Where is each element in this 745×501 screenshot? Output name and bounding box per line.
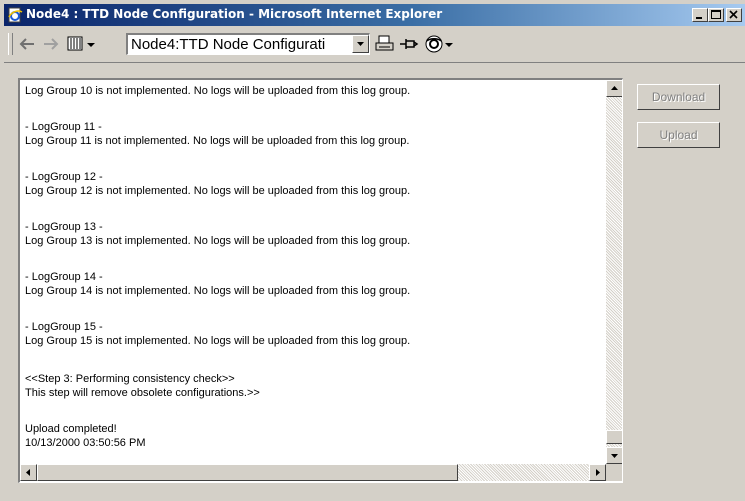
log-line: Log Group 13 is not implemented. No logs… [25, 235, 411, 247]
toolbar-grip[interactable] [8, 33, 13, 55]
vertical-scroll-thumb[interactable] [606, 430, 622, 444]
address-dropdown-button[interactable] [352, 35, 369, 53]
horizontal-scrollbar[interactable] [20, 464, 606, 481]
horizontal-scroll-thumb[interactable] [37, 464, 458, 481]
log-line: Upload completed! [25, 423, 117, 435]
log-line: - LogGroup 14 - [25, 271, 103, 283]
download-button[interactable]: Download [637, 84, 720, 110]
vertical-scrollbar[interactable] [606, 80, 622, 464]
back-arrow-icon[interactable] [17, 34, 37, 54]
pin-icon[interactable] [399, 34, 419, 54]
forward-arrow-icon[interactable] [41, 34, 61, 54]
scroll-down-button[interactable] [606, 447, 622, 464]
eye-icon[interactable] [424, 34, 456, 54]
log-line: Log Group 10 is not implemented. No logs… [25, 85, 411, 97]
scroll-up-button[interactable] [606, 80, 622, 97]
maximize-button[interactable] [708, 8, 724, 22]
log-line: - LogGroup 15 - [25, 321, 103, 333]
log-line: Log Group 11 is not implemented. No logs… [25, 135, 410, 147]
log-output-pane[interactable]: Log Group 10 is not implemented. No logs… [18, 78, 623, 483]
arrow-right-icon [596, 469, 600, 476]
address-combobox[interactable]: Node4:TTD Node Configurati [126, 33, 370, 55]
scroll-right-button[interactable] [589, 464, 606, 481]
chevron-down-icon [357, 42, 364, 46]
address-field[interactable]: Node4:TTD Node Configurati [131, 36, 349, 53]
log-text: Log Group 10 is not implemented. No logs… [25, 84, 605, 450]
log-line: 10/13/2000 03:50:56 PM [25, 437, 146, 449]
log-line: Log Group 12 is not implemented. No logs… [25, 185, 411, 197]
close-icon [729, 10, 738, 19]
log-line: This step will remove obsolete configura… [25, 387, 260, 399]
upload-button[interactable]: Upload [637, 122, 720, 148]
close-button[interactable] [726, 8, 742, 22]
window-title: Node4 : TTD Node Configuration - Microso… [26, 7, 443, 21]
log-line: - LogGroup 11 - [25, 121, 102, 133]
print-icon[interactable] [375, 34, 395, 54]
log-line: Log Group 14 is not implemented. No logs… [25, 285, 411, 297]
log-line: Log Group 15 is not implemented. No logs… [25, 335, 411, 347]
minimize-icon [696, 17, 702, 19]
view-columns-icon[interactable] [66, 34, 100, 54]
browser-toolbar: Node4:TTD Node Configurati [4, 27, 745, 63]
scroll-left-button[interactable] [20, 464, 37, 481]
log-line: - LogGroup 13 - [25, 221, 103, 233]
arrow-left-icon [26, 469, 30, 476]
arrow-up-icon [611, 86, 618, 90]
ie-page-icon [7, 7, 23, 23]
arrow-down-icon [611, 454, 618, 458]
log-line: - LogGroup 12 - [25, 171, 103, 183]
maximize-icon [711, 10, 721, 19]
title-bar[interactable]: Node4 : TTD Node Configuration - Microso… [4, 4, 745, 26]
scroll-corner [606, 464, 622, 481]
log-line: <<Step 3: Performing consistency check>> [25, 373, 235, 385]
minimize-button[interactable] [692, 8, 708, 22]
browser-window: Node4 : TTD Node Configuration - Microso… [0, 0, 745, 501]
